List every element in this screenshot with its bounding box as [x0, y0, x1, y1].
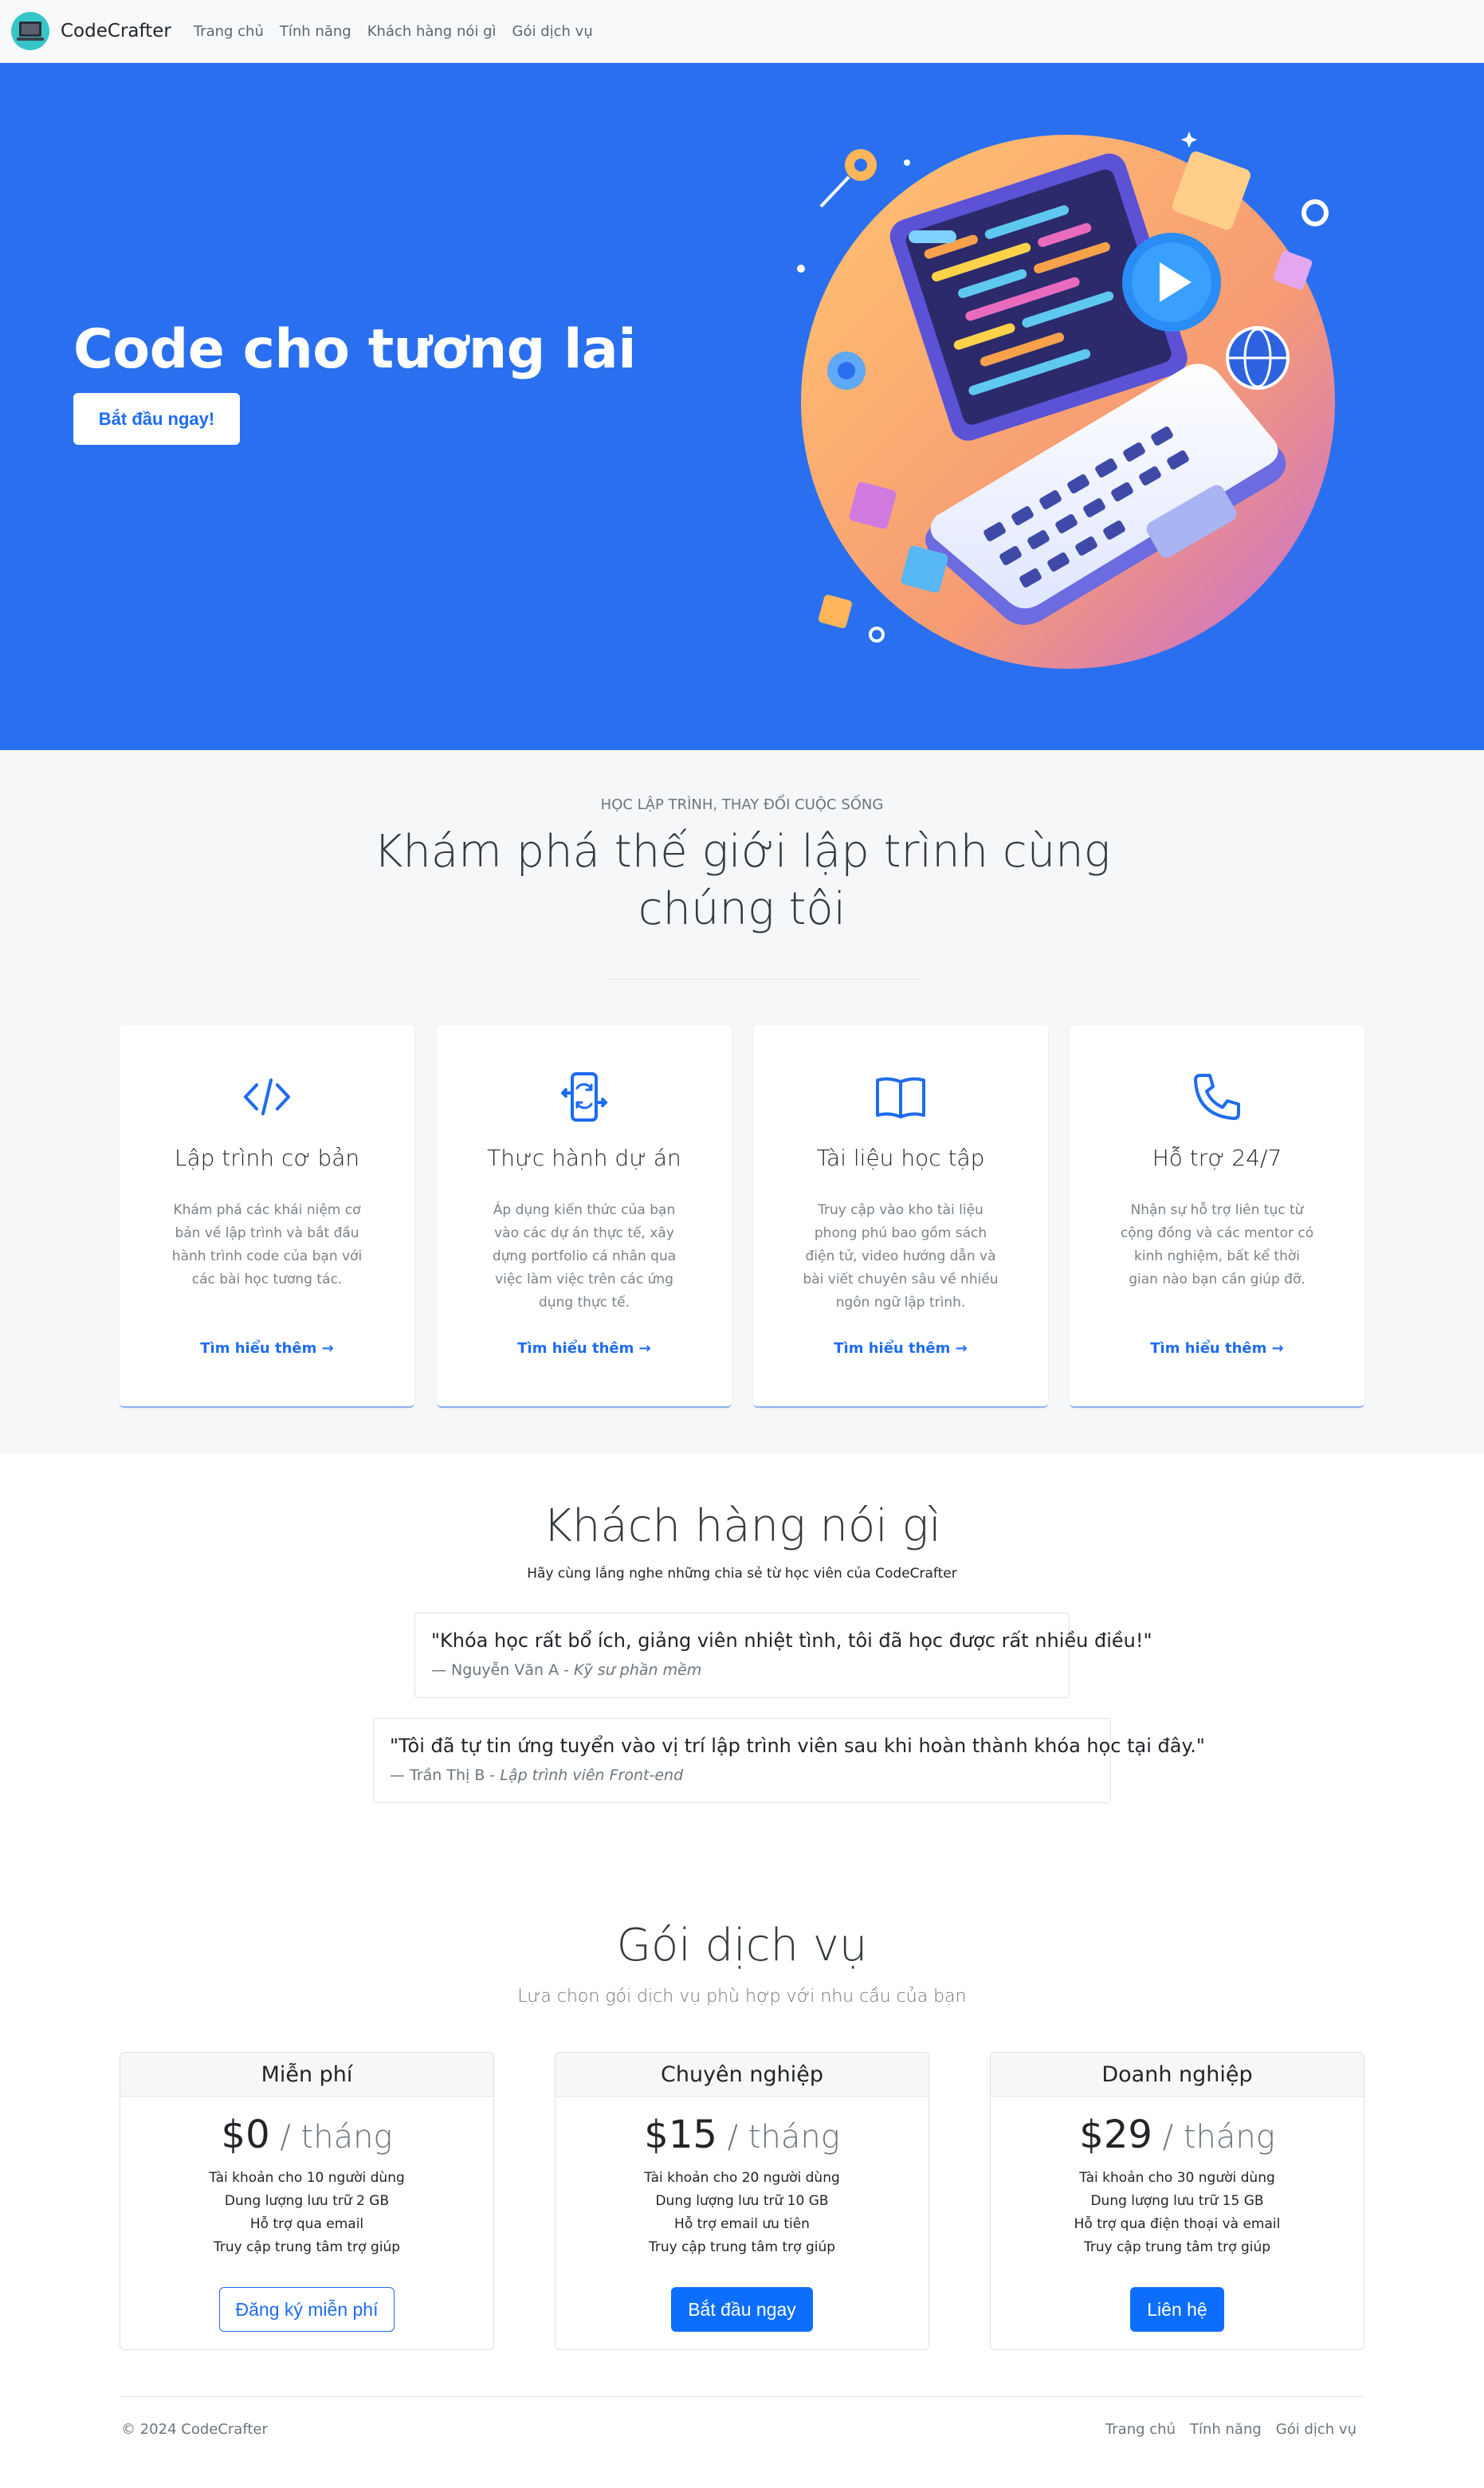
mobile-sync-icon [561, 1072, 607, 1122]
features-section: HỌC LẬP TRÌNH, THAY ĐỔI CUỘC SỐNG Khám p… [0, 750, 1484, 1453]
plan-price-period: / tháng [716, 2119, 840, 2156]
feature-card-projects: Thực hành dự án Áp dụng kiến thức của bạ… [437, 1025, 732, 1408]
testimonial-author-role: Kỹ sư phần mềm [574, 1661, 702, 1679]
plan-name: Doanh nghiệp [991, 2053, 1364, 2097]
signup-free-button[interactable]: Đăng ký miễn phí [218, 2287, 395, 2332]
plan-feature: Dung lượng lưu trữ 15 GB [1090, 2193, 1264, 2209]
testimonial-quote: "Khóa học rất bổ ích, giảng viên nhiệt t… [431, 1629, 1152, 1652]
plan-price: $0 / tháng [120, 2113, 493, 2157]
plan-price-period: / tháng [269, 2119, 393, 2156]
feature-card-desc: Truy cập vào kho tài liệu phong phú bao … [803, 1202, 999, 1311]
feature-card-title: Hỗ trợ 24/7 [1152, 1145, 1282, 1171]
plan-feature: Dung lượng lưu trữ 2 GB [224, 2193, 390, 2209]
plan-feature: Hỗ trợ email ưu tiên [674, 2216, 810, 2232]
nav-link-features[interactable]: Tính năng [280, 23, 351, 40]
plan-price-amount: $15 [644, 2113, 717, 2157]
hero-title: Code cho tương lai [73, 318, 637, 381]
feature-card-materials: Tài liệu học tập Truy cập vào kho tài li… [753, 1025, 1048, 1408]
feature-card-title: Tài liệu học tập [816, 1145, 985, 1171]
plan-feature: Tài khoản cho 10 người dùng [209, 2170, 405, 2186]
computer-logo-icon [11, 12, 49, 50]
book-icon [876, 1077, 925, 1118]
features-title: Khám phá thế giới lập trình cùng chúng t… [373, 826, 1111, 935]
feature-card-desc: Nhận sự hỗ trợ liên tục từ cộng đồng và … [1120, 1202, 1314, 1287]
testimonial-card: "Tôi đã tự tin ứng tuyển vào vị trí lập … [373, 1718, 1205, 1803]
plan-button-wrap: Đăng ký miễn phí [120, 2287, 493, 2332]
testimonials-subtitle: Hãy cùng lắng nghe những chia sẻ từ học … [527, 1566, 957, 1582]
feature-card-support: Hỗ trợ 24/7 Nhận sự hỗ trợ liên tục từ c… [1070, 1025, 1364, 1408]
footer-links: Trang chủ Tính năng Gói dịch vụ [1105, 2421, 1356, 2438]
feature-card-title: Lập trình cơ bản [174, 1145, 360, 1171]
get-started-button[interactable]: Bắt đầu ngay! [73, 393, 240, 445]
plan-name: Chuyên nghiệp [556, 2053, 928, 2097]
pricing-subtitle: Lựa chọn gói dịch vụ phù hợp với nhu cầu… [517, 1987, 967, 2007]
testimonial-quote: "Tôi đã tự tin ứng tuyển vào vị trí lập … [390, 1735, 1205, 1757]
plan-button-wrap: Liên hệ [991, 2287, 1364, 2332]
footer-divider [121, 2396, 1364, 2397]
plan-features: Tài khoản cho 20 người dùng Dung lượng l… [556, 2167, 928, 2259]
learn-more-link[interactable]: Tìm hiểu thêm → [1070, 1340, 1364, 1357]
contact-button[interactable]: Liên hệ [1130, 2287, 1224, 2332]
testimonial-author: — Nguyễn Văn A - Kỹ sư phần mềm [431, 1661, 1053, 1679]
learn-more-link[interactable]: Tìm hiểu thêm → [437, 1340, 732, 1357]
plan-price-period: / tháng [1152, 2119, 1275, 2156]
footer-link-pricing[interactable]: Gói dịch vụ [1276, 2421, 1356, 2438]
pricing-card-pro: Chuyên nghiệp $15 / tháng Tài khoản cho … [555, 2052, 929, 2350]
plan-price: $29 / tháng [991, 2113, 1364, 2157]
brand-name: CodeCrafter [61, 21, 171, 41]
feature-card-desc: Áp dụng kiến thức của bạn vào các dự án … [492, 1202, 677, 1311]
plan-feature: Truy cập trung tâm trợ giúp [648, 2239, 836, 2255]
navbar: CodeCrafter Trang chủ Tính năng Khách hà… [0, 0, 1484, 63]
plan-feature: Truy cập trung tâm trợ giúp [213, 2239, 401, 2255]
laptop-illustration [797, 132, 1335, 669]
plan-price: $15 / tháng [556, 2113, 928, 2157]
plan-features: Tài khoản cho 30 người dùng Dung lượng l… [991, 2167, 1364, 2259]
plan-price-amount: $29 [1079, 2113, 1152, 2157]
nav-link-home[interactable]: Trang chủ [194, 23, 264, 40]
footer-link-home[interactable]: Trang chủ [1105, 2421, 1176, 2438]
learn-more-link[interactable]: Tìm hiểu thêm → [753, 1340, 1048, 1357]
features-divider [609, 979, 921, 980]
pricing-card-free: Miễn phí $0 / tháng Tài khoản cho 10 ngư… [120, 2052, 494, 2350]
nav-link-testimonials[interactable]: Khách hàng nói gì [367, 23, 497, 40]
plan-feature: Tài khoản cho 30 người dùng [1079, 2170, 1275, 2186]
learn-more-link[interactable]: Tìm hiểu thêm → [120, 1340, 414, 1357]
copyright: © 2024 CodeCrafter [121, 2421, 268, 2438]
feature-card-basics: Lập trình cơ bản Khám phá các khái niệm … [120, 1025, 414, 1408]
feature-card-title: Thực hành dự án [487, 1145, 681, 1171]
plan-button-wrap: Bắt đầu ngay [556, 2287, 928, 2332]
start-now-button[interactable]: Bắt đầu ngay [671, 2287, 813, 2332]
plan-feature: Hỗ trợ qua email [249, 2216, 364, 2232]
footer-link-features[interactable]: Tính năng [1190, 2421, 1262, 2438]
features-eyebrow: HỌC LẬP TRÌNH, THAY ĐỔI CUỘC SỐNG [600, 796, 884, 813]
plan-feature: Hỗ trợ qua điện thoại và email [1074, 2216, 1281, 2232]
brand-link[interactable]: CodeCrafter [11, 12, 171, 50]
feature-card-desc: Khám phá các khái niệm cơ bản về lập trì… [171, 1202, 363, 1287]
hero-section: Code cho tương lai Bắt đầu ngay! [0, 63, 1484, 750]
testimonials-title: Khách hàng nói gì [543, 1500, 941, 1552]
testimonial-author-role: Lập trình viên Front-end [500, 1767, 684, 1784]
code-icon [244, 1079, 290, 1115]
testimonial-author-name: — Nguyễn Văn A - [431, 1661, 569, 1679]
testimonial-author: — Trần Thị B - Lập trình viên Front-end [390, 1767, 1094, 1784]
pricing-card-enterprise: Doanh nghiệp $29 / tháng Tài khoản cho 3… [990, 2052, 1364, 2350]
testimonial-author-name: — Trần Thị B - [390, 1767, 496, 1784]
plan-price-amount: $0 [221, 2113, 270, 2157]
plan-feature: Truy cập trung tâm trợ giúp [1083, 2239, 1271, 2255]
plan-feature: Dung lượng lưu trữ 10 GB [655, 2193, 829, 2209]
plan-feature: Tài khoản cho 20 người dùng [644, 2170, 840, 2186]
pricing-title: Gói dịch vụ [616, 1920, 868, 1971]
nav-link-pricing[interactable]: Gói dịch vụ [512, 23, 593, 40]
phone-icon [1194, 1074, 1240, 1120]
nav-links: Trang chủ Tính năng Khách hàng nói gì Gó… [194, 23, 593, 40]
plan-name: Miễn phí [120, 2053, 493, 2097]
plan-features: Tài khoản cho 10 người dùng Dung lượng l… [120, 2167, 493, 2259]
testimonial-card: "Khóa học rất bổ ích, giảng viên nhiệt t… [414, 1613, 1152, 1698]
